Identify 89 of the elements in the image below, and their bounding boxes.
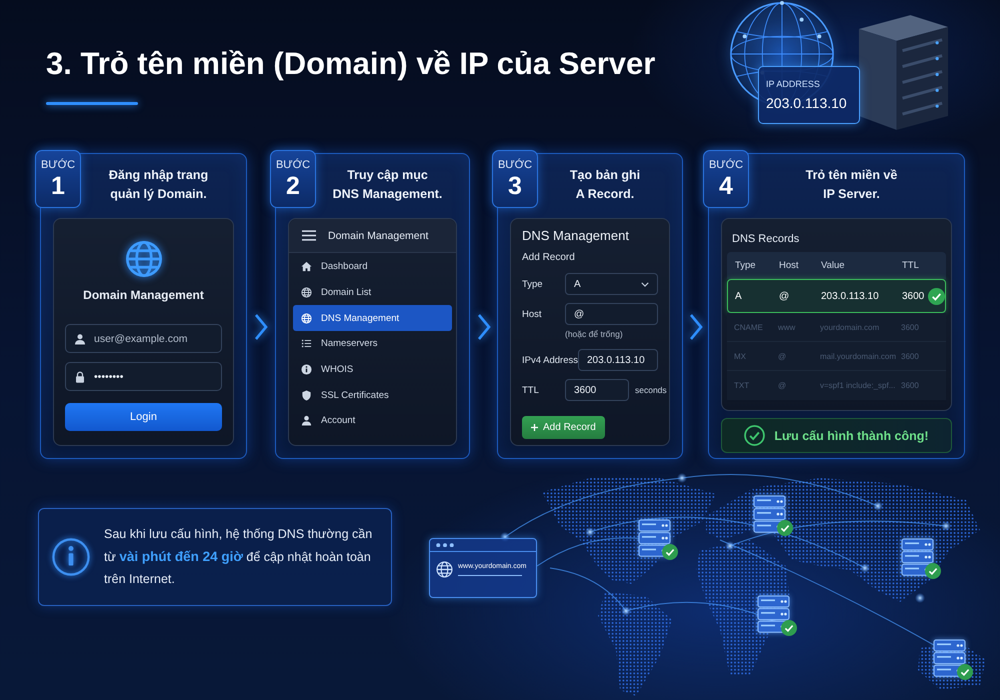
menu-icon[interactable]: [302, 230, 316, 241]
step-heading: Tạo bản ghi A Record.: [568, 167, 642, 203]
step-label: BƯỚC: [498, 158, 532, 172]
table-cell-text: 203.0.113.10: [820, 290, 880, 302]
info-icon: [52, 538, 90, 576]
info-text: Sau khi lưu cấu hình, hệ thống DNS thường cần từ vài phút đến 24 giờ để cập nhật hoàn toàn trên Internet.: [104, 526, 374, 588]
user-icon: [74, 332, 86, 344]
password-field[interactable]: ••••••••: [65, 362, 222, 391]
globe-icon: [301, 287, 312, 298]
panel-title: Domain Management: [328, 230, 428, 242]
column-header: Host: [778, 260, 800, 271]
person-icon: [301, 415, 312, 426]
table-cell-text: 3600: [900, 381, 920, 390]
table-cell-text: CNAME: [733, 322, 764, 332]
step-number: 2: [286, 172, 300, 200]
add-record-button[interactable]: Add Record: [522, 416, 605, 439]
panel-title: DNS Management: [522, 228, 630, 244]
table-cell-text: v=spf1 include:_spf...: [819, 381, 894, 390]
plus-icon: [531, 424, 538, 431]
input-field[interactable]: @: [565, 303, 658, 325]
ip-address-value: 203.0.113.10: [766, 94, 848, 112]
chevron-down-icon: [641, 282, 649, 286]
chevron-right-icon: [254, 313, 268, 341]
home-icon: [301, 261, 312, 272]
field-hint: (hoặc để trống): [565, 328, 624, 340]
step-heading: Truy cập mục DNS Management.: [332, 167, 444, 203]
step-label: BƯỚC: [276, 158, 310, 172]
menu-item[interactable]: SSL Certificates: [293, 382, 452, 408]
step-number: 3: [508, 172, 522, 200]
table-cell-text: @: [778, 290, 790, 302]
table-cell-text: mail.yourdomain.com: [819, 352, 894, 360]
table-cell-text: @: [777, 381, 788, 390]
step-heading: Trỏ tên miền về IP Server.: [804, 167, 898, 203]
panel-title: DNS Records: [731, 233, 800, 246]
field-label: Type: [522, 278, 544, 290]
server-icon: [757, 594, 790, 634]
table-cell-text: 3600: [901, 290, 926, 302]
step-number: 1: [51, 172, 65, 200]
lock-icon: [74, 370, 86, 382]
success-message: Lưu cấu hình thành công!: [774, 428, 929, 442]
chevron-right-icon: [476, 313, 490, 341]
page-title: 3. Trỏ tên miền (Domain) về IP của Server: [46, 45, 656, 83]
form-subtitle: Add Record: [522, 251, 576, 265]
table-cell-text: MX: [733, 352, 747, 360]
menu-item[interactable]: Nameservers: [293, 331, 452, 357]
server-icon: [901, 537, 934, 577]
check-icon: [928, 288, 944, 304]
panel-title: Domain Management: [83, 287, 204, 303]
input-field[interactable]: 3600: [565, 379, 629, 401]
server-icon: [638, 518, 671, 558]
table-cell-text: 3600: [900, 322, 920, 332]
menu-item[interactable]: Dashboard: [293, 254, 452, 280]
step-label: BƯỚC: [708, 158, 744, 172]
table-cell-text: 3600: [900, 352, 920, 360]
menu-item[interactable]: DNS Management: [293, 305, 452, 332]
menu-item[interactable]: Domain List: [293, 280, 452, 306]
ip-address-label: IP ADDRESS: [766, 78, 821, 90]
menu-item[interactable]: Account: [293, 408, 452, 434]
globe-icon: [124, 240, 162, 278]
login-button[interactable]: Login: [65, 403, 222, 431]
column-header: Value: [820, 260, 846, 271]
field-label: IPv4 Address: [522, 354, 578, 366]
check-circle-icon: [744, 425, 766, 446]
step-number: 4: [719, 172, 733, 200]
input-field[interactable]: 203.0.113.10: [578, 349, 658, 371]
username-field[interactable]: user@example.com: [65, 324, 222, 353]
field-label: Host: [522, 308, 543, 320]
table-cell-text: A: [734, 290, 743, 302]
globe-icon: [436, 561, 453, 578]
field-label: TTL: [522, 384, 540, 396]
table-cell-text: yourdomain.com: [819, 322, 880, 332]
server-icon: [753, 494, 786, 534]
table-cell-text: www: [777, 322, 796, 332]
server-icon: [933, 638, 966, 678]
table-cell-text: TXT: [733, 381, 750, 390]
step-label: BƯỚC: [40, 158, 76, 172]
list-icon: [301, 338, 312, 350]
dropdown-field[interactable]: A: [565, 273, 658, 295]
table-cell-text: @: [777, 352, 788, 360]
column-header: Type: [734, 260, 757, 271]
menu-item[interactable]: WHOIS: [293, 356, 452, 382]
info-icon: [301, 364, 312, 376]
globe-icon: [301, 312, 312, 324]
chevron-right-icon: [688, 313, 702, 341]
column-header: TTL: [901, 260, 920, 271]
shield-icon: [301, 390, 312, 401]
step-heading: Đăng nhập trang quản lý Domain.: [108, 167, 210, 203]
window-dots-icon: [436, 542, 454, 548]
unit-label: seconds: [635, 385, 667, 395]
